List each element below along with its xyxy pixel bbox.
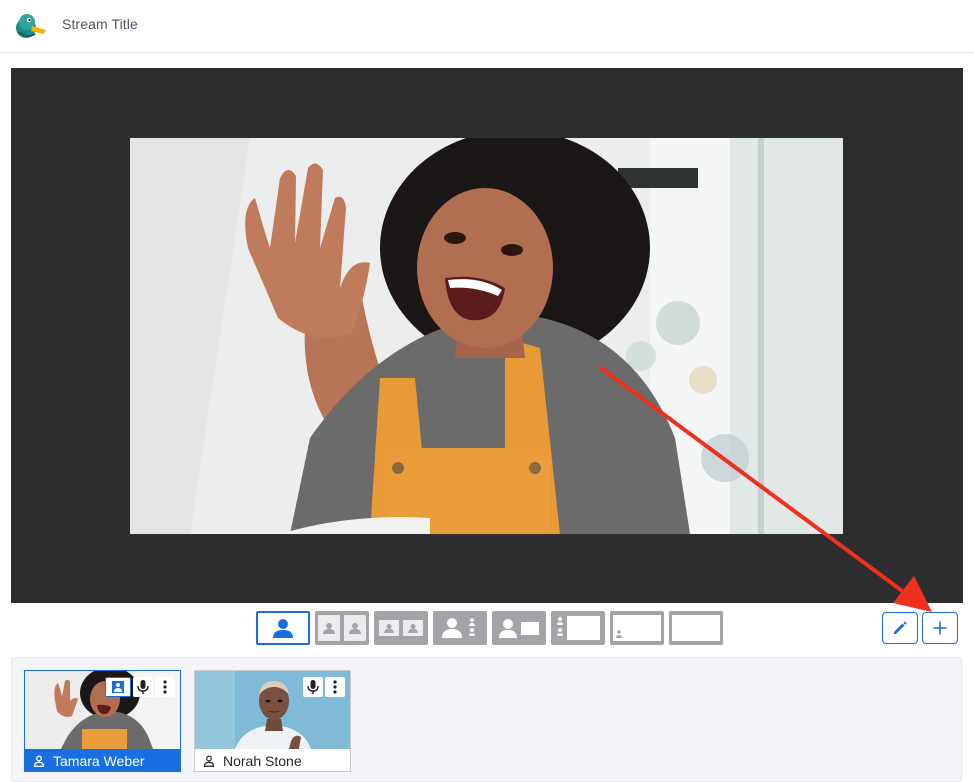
- person-icon: [408, 623, 418, 633]
- participant-controls: [105, 677, 175, 697]
- screen-only-icon: [672, 615, 720, 641]
- person-icon: [323, 622, 335, 634]
- plus-icon: [933, 621, 947, 635]
- featured-participant-video: [130, 138, 843, 534]
- participant-name: Tamara Weber: [53, 752, 145, 769]
- layout-screen-with-pip-button[interactable]: [610, 611, 664, 645]
- participant-card[interactable]: Norah Stone: [194, 670, 351, 772]
- layout-cell: [344, 615, 366, 641]
- person-icon: [349, 622, 361, 634]
- layout-cell: [403, 620, 423, 636]
- person-outline-icon: [203, 755, 215, 767]
- layout-person-plus-screen-button[interactable]: [492, 611, 546, 645]
- person-with-stack-icon: [442, 618, 475, 638]
- microphone-icon: [307, 680, 319, 694]
- layout-two-up-button[interactable]: [315, 611, 369, 645]
- more-vertical-icon: [333, 680, 337, 694]
- app-header: Stream Title: [0, 0, 974, 53]
- person-icon: [273, 619, 293, 638]
- microphone-button[interactable]: [133, 677, 153, 697]
- more-options-button[interactable]: [325, 677, 345, 697]
- participant-controls: [303, 677, 345, 697]
- microphone-icon: [137, 680, 149, 694]
- layout-cell: [379, 620, 399, 636]
- layout-screen-only-button[interactable]: [669, 611, 723, 645]
- person-with-screen-icon: [499, 619, 539, 638]
- stack-with-screen-icon: [557, 616, 600, 640]
- microphone-button[interactable]: [303, 677, 323, 697]
- layout-person-plus-stack-button[interactable]: [433, 611, 487, 645]
- participant-name-bar: Norah Stone: [195, 749, 350, 772]
- stream-title[interactable]: Stream Title: [62, 16, 138, 32]
- participant-name-bar: Tamara Weber: [25, 749, 180, 772]
- add-participant-button[interactable]: [922, 612, 958, 644]
- screen-with-pip-icon: [613, 615, 661, 641]
- layout-stack-plus-screen-button[interactable]: [551, 611, 605, 645]
- person-icon: [384, 623, 394, 633]
- stage-video-feed: [130, 138, 843, 534]
- participant-card[interactable]: Tamara Weber: [24, 670, 181, 772]
- person-outline-icon: [33, 755, 45, 767]
- pencil-icon: [894, 621, 907, 634]
- layout-two-up-small-button[interactable]: [374, 611, 428, 645]
- layout-selector: [256, 611, 723, 645]
- more-options-button[interactable]: [155, 677, 175, 697]
- edit-button[interactable]: [882, 612, 918, 644]
- layout-cell: [318, 615, 340, 641]
- more-vertical-icon: [163, 680, 167, 694]
- duck-logo-icon[interactable]: [13, 10, 47, 40]
- layout-solo-button[interactable]: [256, 611, 310, 645]
- stage-toggle-button[interactable]: [105, 677, 131, 697]
- person-icon: [112, 681, 124, 693]
- participant-name: Norah Stone: [223, 752, 302, 769]
- broadcast-stage: [11, 68, 963, 603]
